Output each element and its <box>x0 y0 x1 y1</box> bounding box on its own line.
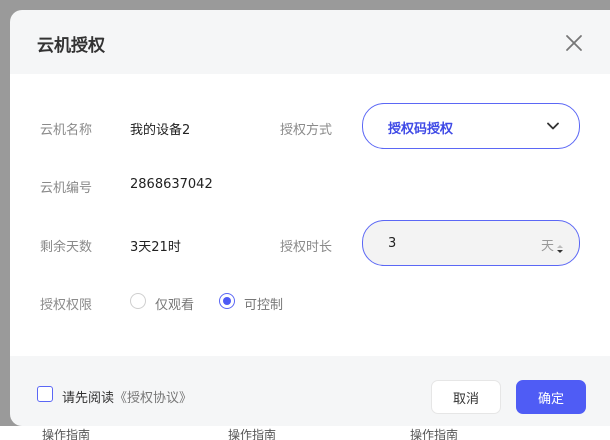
auth-duration-input[interactable] <box>388 233 508 253</box>
agree-text: 请先阅读《授权协议》 <box>62 387 192 406</box>
permission-label: 授权权限 <box>40 298 93 313</box>
chevron-down-icon <box>545 118 561 134</box>
view-only-radio[interactable] <box>130 293 146 309</box>
cancel-button[interactable]: 取消 <box>431 380 501 414</box>
agreement-link[interactable]: 《授权协议》 <box>114 391 192 406</box>
auth-method-label: 授权方式 <box>280 123 333 138</box>
agree-prefix: 请先阅读 <box>62 391 115 406</box>
cloud-name-label: 云机名称 <box>40 123 93 138</box>
auth-method-selected: 授权码授权 <box>388 122 454 137</box>
dialog-footer: 请先阅读《授权协议》 取消 确定 <box>10 356 610 426</box>
view-only-label[interactable]: 仅观看 <box>155 294 194 313</box>
auth-duration-label: 授权时长 <box>280 240 333 255</box>
spinner-arrows-icon[interactable] <box>556 239 564 253</box>
dialog-title: 云机授权 <box>37 36 105 56</box>
remaining-days-label: 剩余天数 <box>40 240 93 255</box>
authorization-dialog: 云机授权 云机名称 我的设备2 授权方式 授权码授权 云机编号 28686370… <box>10 10 610 426</box>
auth-method-select[interactable]: 授权码授权 <box>362 103 580 149</box>
controllable-radio[interactable] <box>219 293 235 309</box>
cloud-id-label: 云机编号 <box>40 181 93 196</box>
confirm-button[interactable]: 确定 <box>516 380 586 414</box>
background-text: 操作指南 <box>228 428 277 440</box>
dialog-header: 云机授权 <box>10 10 610 74</box>
cloud-name-value: 我的设备2 <box>130 123 191 138</box>
controllable-label[interactable]: 可控制 <box>244 294 283 313</box>
background-text: 操作指南 <box>42 428 91 440</box>
background-strip: 操作指南 操作指南 操作指南 <box>0 426 610 440</box>
cloud-id-value: 2868637042 <box>130 177 213 192</box>
background-text: 操作指南 <box>410 428 459 440</box>
dialog-body: 云机名称 我的设备2 授权方式 授权码授权 云机编号 2868637042 剩余… <box>10 74 610 356</box>
agree-checkbox[interactable] <box>37 386 53 402</box>
auth-duration-input-wrapper: 天 <box>362 220 580 266</box>
duration-unit: 天 <box>541 239 555 254</box>
close-icon[interactable] <box>563 32 585 54</box>
remaining-days-value: 3天21时 <box>130 240 181 255</box>
